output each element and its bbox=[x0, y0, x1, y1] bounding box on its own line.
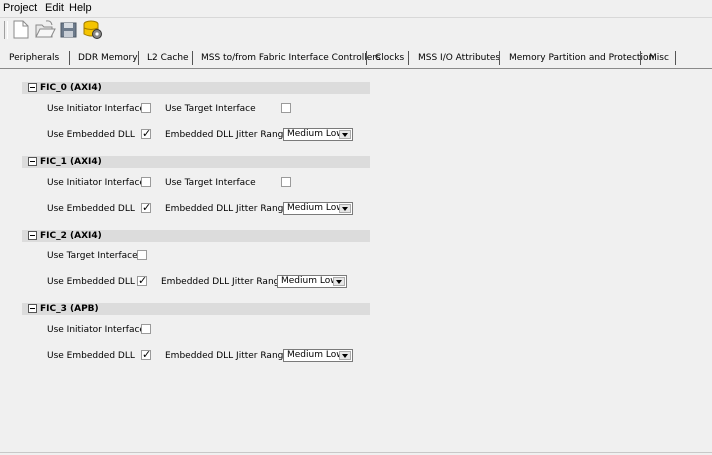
tab-mss-io-attributes[interactable]: MSS I/O Attributes bbox=[418, 50, 500, 66]
jitter-range-label: Embedded DLL Jitter Range bbox=[161, 277, 285, 287]
tab-divider bbox=[640, 51, 641, 65]
collapse-icon[interactable] bbox=[28, 304, 37, 313]
collapse-icon[interactable] bbox=[28, 231, 37, 240]
jitter-range-label: Embedded DLL Jitter Range bbox=[165, 351, 289, 361]
jitter-range-value: Medium Low bbox=[287, 129, 344, 139]
tab-l2-cache[interactable]: L2 Cache bbox=[147, 50, 189, 66]
use-dll-checkbox[interactable] bbox=[141, 348, 151, 361]
tab-divider bbox=[675, 51, 676, 65]
use-initiator-checkbox[interactable] bbox=[141, 324, 151, 334]
open-folder-icon[interactable] bbox=[34, 19, 56, 40]
use-dll-label: Use Embedded DLL bbox=[47, 130, 135, 140]
tab-ddr-memory[interactable]: DDR Memory bbox=[78, 50, 138, 66]
section-header-fic3: FIC_3 (APB) bbox=[22, 303, 370, 315]
tab-peripherals[interactable]: Peripherals bbox=[9, 50, 59, 66]
tab-divider bbox=[499, 51, 500, 65]
tab-memory-partition-protection[interactable]: Memory Partition and Protection bbox=[509, 50, 654, 66]
jitter-range-value: Medium Low bbox=[287, 203, 344, 213]
toolbar-separator bbox=[4, 21, 8, 39]
chevron-down-icon[interactable] bbox=[339, 351, 351, 360]
tab-misc[interactable]: Misc bbox=[649, 50, 669, 66]
use-initiator-checkbox[interactable] bbox=[141, 103, 151, 113]
use-dll-checkbox[interactable] bbox=[137, 274, 147, 287]
toolbar bbox=[0, 17, 712, 41]
section-title: FIC_0 (AXI4) bbox=[40, 83, 102, 93]
chevron-down-icon[interactable] bbox=[333, 277, 345, 286]
tab-divider bbox=[192, 51, 193, 65]
use-dll-checkbox[interactable] bbox=[141, 201, 151, 214]
fic-settings-panel: FIC_0 (AXI4) Use Initiator Interface Use… bbox=[0, 69, 712, 455]
menu-help[interactable]: Help bbox=[69, 2, 92, 14]
menu-bar: Project Edit Help bbox=[0, 0, 712, 17]
jitter-range-select[interactable]: Medium Low bbox=[283, 349, 353, 362]
use-initiator-label: Use Initiator Interface bbox=[47, 178, 145, 188]
use-target-label: Use Target Interface bbox=[165, 104, 256, 114]
chevron-down-icon[interactable] bbox=[339, 204, 351, 213]
use-dll-label: Use Embedded DLL bbox=[47, 351, 135, 361]
section-header-fic1: FIC_1 (AXI4) bbox=[22, 156, 370, 168]
use-target-label: Use Target Interface bbox=[47, 251, 138, 261]
menu-edit[interactable]: Edit bbox=[45, 2, 64, 14]
use-dll-label: Use Embedded DLL bbox=[47, 204, 135, 214]
jitter-range-value: Medium Low bbox=[281, 276, 338, 286]
collapse-icon[interactable] bbox=[28, 157, 37, 166]
tab-divider bbox=[69, 51, 70, 65]
section-title: FIC_2 (AXI4) bbox=[40, 231, 102, 241]
use-initiator-label: Use Initiator Interface bbox=[47, 104, 145, 114]
jitter-range-value: Medium Low bbox=[287, 350, 344, 360]
new-file-icon[interactable] bbox=[10, 19, 32, 40]
jitter-range-select[interactable]: Medium Low bbox=[277, 275, 347, 288]
bottom-border bbox=[0, 452, 712, 453]
use-target-checkbox[interactable] bbox=[137, 250, 147, 260]
collapse-icon[interactable] bbox=[28, 83, 37, 92]
database-settings-icon[interactable] bbox=[82, 19, 104, 40]
menu-project[interactable]: Project bbox=[3, 2, 37, 14]
use-initiator-checkbox[interactable] bbox=[141, 177, 151, 187]
use-dll-label: Use Embedded DLL bbox=[47, 277, 135, 287]
section-header-fic2: FIC_2 (AXI4) bbox=[22, 230, 370, 242]
jitter-range-label: Embedded DLL Jitter Range bbox=[165, 204, 289, 214]
section-title: FIC_3 (APB) bbox=[40, 304, 99, 314]
tab-clocks[interactable]: Clocks bbox=[375, 50, 404, 66]
tab-divider bbox=[366, 51, 367, 65]
jitter-range-label: Embedded DLL Jitter Range bbox=[165, 130, 289, 140]
use-initiator-label: Use Initiator Interface bbox=[47, 325, 145, 335]
tab-mss-fabric-interface-controllers[interactable]: MSS to/from Fabric Interface Controllers bbox=[201, 50, 381, 66]
section-header-fic0: FIC_0 (AXI4) bbox=[22, 82, 370, 94]
tab-divider bbox=[138, 51, 139, 65]
chevron-down-icon[interactable] bbox=[339, 130, 351, 139]
use-dll-checkbox[interactable] bbox=[141, 127, 151, 140]
use-target-label: Use Target Interface bbox=[165, 178, 256, 188]
tab-divider bbox=[408, 51, 409, 65]
tab-strip: Peripherals DDR Memory L2 Cache MSS to/f… bbox=[0, 46, 712, 69]
use-target-checkbox[interactable] bbox=[281, 103, 291, 113]
save-icon[interactable] bbox=[58, 19, 80, 40]
section-title: FIC_1 (AXI4) bbox=[40, 157, 102, 167]
use-target-checkbox[interactable] bbox=[281, 177, 291, 187]
jitter-range-select[interactable]: Medium Low bbox=[283, 128, 353, 141]
jitter-range-select[interactable]: Medium Low bbox=[283, 202, 353, 215]
